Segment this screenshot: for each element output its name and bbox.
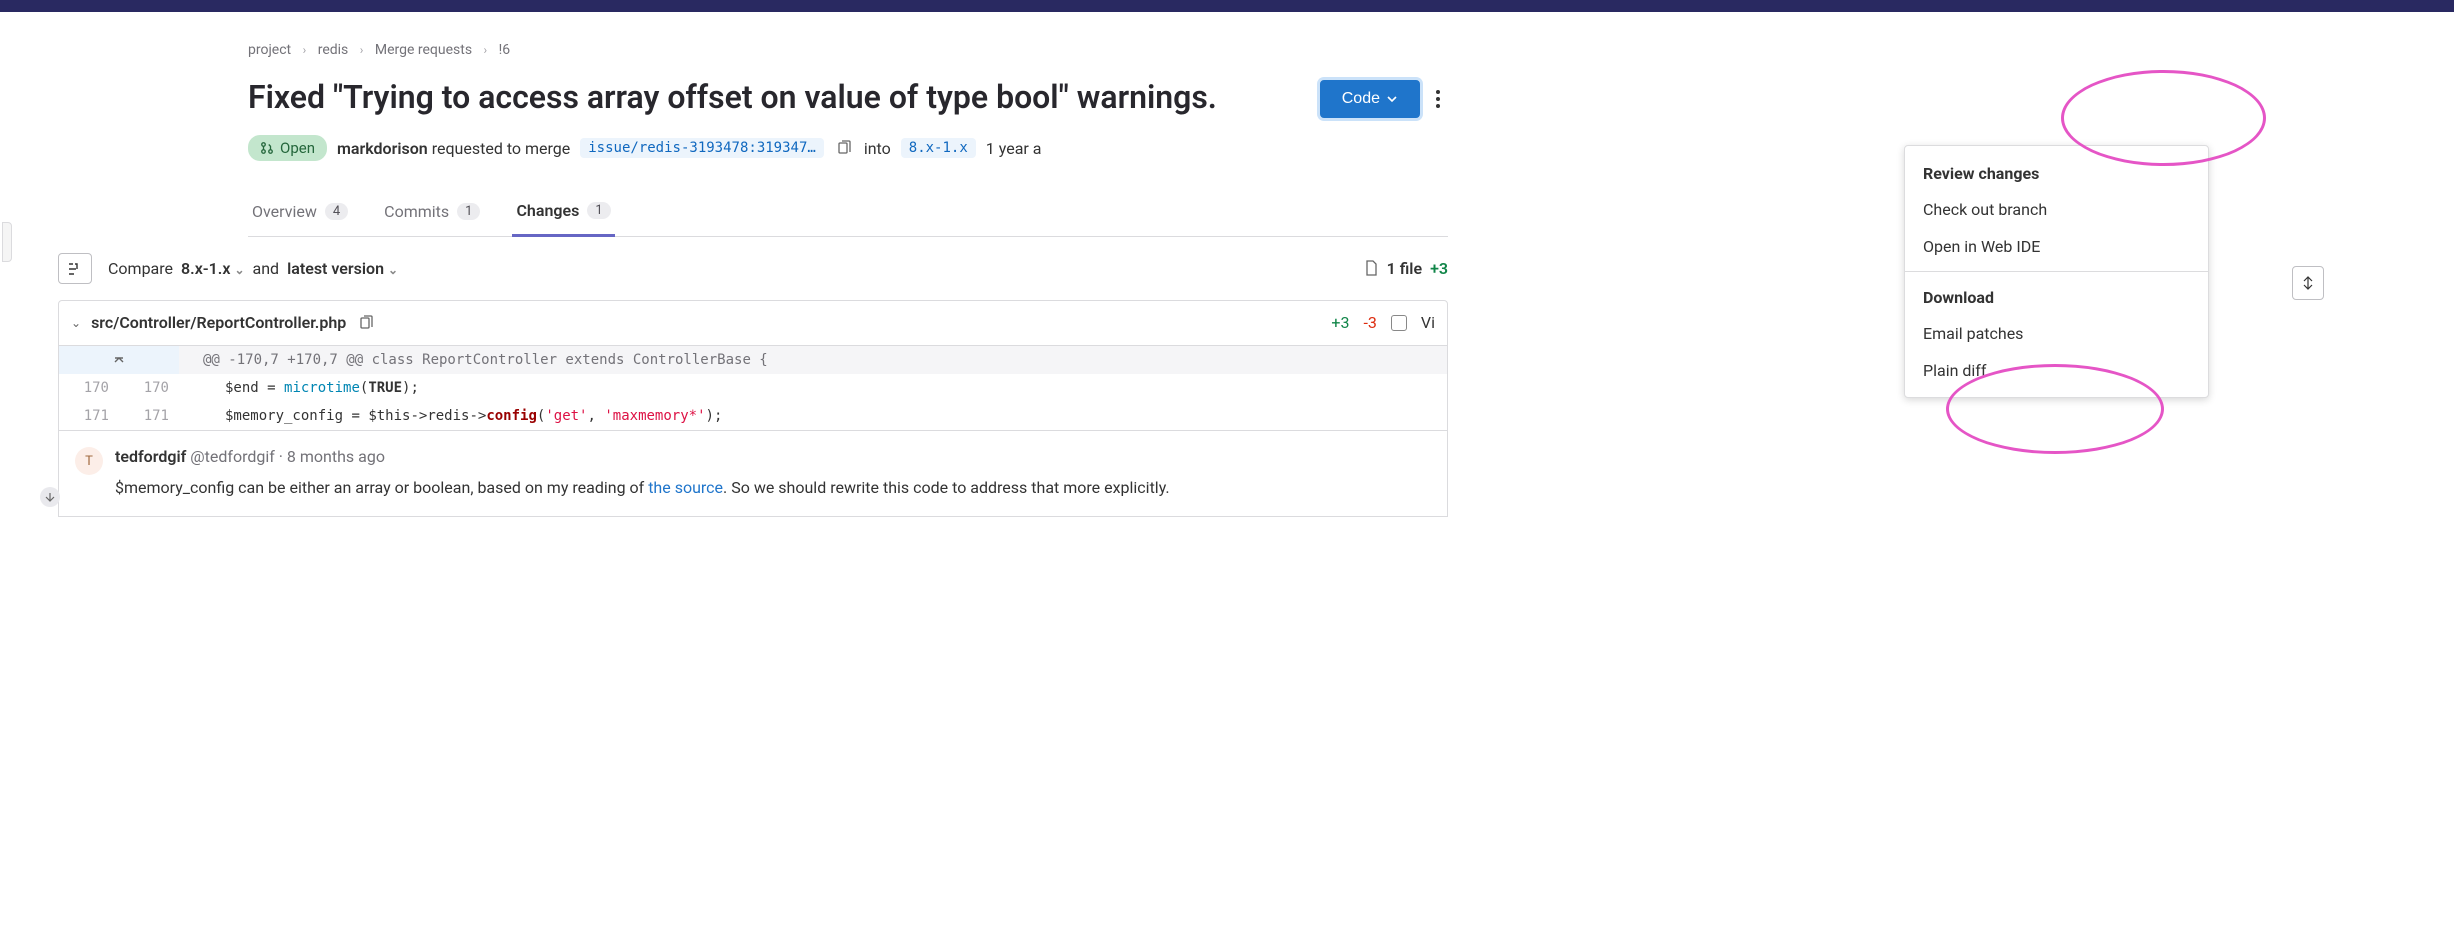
- tab-label: Changes: [516, 201, 579, 220]
- expand-icon: [2300, 275, 2316, 291]
- dot-separator: ·: [279, 447, 287, 466]
- mr-meta-row: Open markdorison requested to merge issu…: [248, 119, 1448, 169]
- code-dropdown-button[interactable]: Code: [1320, 80, 1420, 118]
- into-text: into: [864, 139, 891, 158]
- tab-changes[interactable]: Changes 1: [512, 187, 614, 237]
- collapse-file-toggle[interactable]: ⌄: [71, 316, 81, 330]
- collapsed-sidebar-handle[interactable]: [2, 222, 12, 262]
- diff-block: @@ -170,7 +170,7 @@ class ReportControll…: [58, 346, 1448, 431]
- breadcrumb-separator: ›: [484, 43, 488, 57]
- file-count: 1 file: [1387, 259, 1422, 278]
- dropdown-plain-diff[interactable]: Plain diff: [1905, 352, 2208, 389]
- merge-request-icon: [260, 141, 274, 155]
- total-additions: +3: [1430, 259, 1448, 278]
- avatar[interactable]: T: [75, 447, 103, 475]
- tab-label: Overview: [252, 202, 317, 221]
- new-line-number[interactable]: 170: [119, 374, 179, 402]
- comment-indicator[interactable]: [40, 487, 60, 507]
- mr-tabs: Overview 4 Commits 1 Changes 1: [248, 187, 1448, 237]
- file-tree-toggle[interactable]: [58, 253, 92, 283]
- code-button-label: Code: [1342, 90, 1380, 108]
- tab-count: 1: [457, 203, 480, 220]
- compare-version-dropdown[interactable]: latest version⌄: [287, 259, 398, 278]
- expand-hunk-button[interactable]: [59, 346, 179, 374]
- dropdown-checkout-branch[interactable]: Check out branch: [1905, 191, 2208, 228]
- tab-count: 4: [325, 203, 348, 220]
- dropdown-open-webide[interactable]: Open in Web IDE: [1905, 228, 2208, 265]
- copy-branch-button[interactable]: [834, 138, 854, 158]
- review-comment: T tedfordgif @tedfordgif · 8 months ago …: [58, 431, 1448, 517]
- breadcrumb-separator: ›: [303, 43, 307, 57]
- comment-icon: [45, 492, 55, 502]
- tree-icon: [67, 261, 83, 277]
- comment-author[interactable]: tedfordgif: [115, 447, 186, 466]
- target-branch[interactable]: 8.x-1.x: [901, 138, 976, 158]
- compare-base-dropdown[interactable]: 8.x-1.x⌄: [181, 259, 245, 278]
- tab-commits[interactable]: Commits 1: [380, 187, 484, 236]
- status-badge: Open: [248, 135, 327, 161]
- expand-sidebar-button[interactable]: [2292, 266, 2324, 300]
- code-line: 170 170 $end = microtime(TRUE);: [59, 374, 1447, 402]
- expand-up-icon: [112, 353, 126, 367]
- dropdown-divider: [1905, 271, 2208, 272]
- compare-bar: Compare 8.x-1.x⌄ and latest version⌄ 1 f…: [58, 237, 1448, 299]
- tab-count: 1: [587, 202, 610, 219]
- copy-icon: [836, 140, 852, 156]
- mr-title: Fixed "Trying to access array offset on …: [248, 76, 1304, 119]
- breadcrumb-project[interactable]: project: [248, 42, 291, 58]
- breadcrumb: project › redis › Merge requests › !6: [248, 12, 1448, 76]
- breadcrumb-section[interactable]: Merge requests: [375, 42, 472, 58]
- copy-icon: [358, 315, 374, 331]
- breadcrumb-mr-id: !6: [499, 42, 510, 58]
- old-line-number[interactable]: 171: [59, 402, 119, 430]
- file-icon: [1363, 260, 1379, 276]
- new-line-number[interactable]: 171: [119, 402, 179, 430]
- chevron-down-icon: [1386, 93, 1398, 105]
- copy-path-button[interactable]: [356, 313, 376, 333]
- comment-handle: @tedfordgif: [190, 447, 275, 466]
- breadcrumb-separator: ›: [360, 43, 364, 57]
- requested-text: requested to merge: [428, 139, 571, 158]
- compare-and: and: [253, 259, 280, 278]
- tab-overview[interactable]: Overview 4: [248, 187, 352, 236]
- mr-author[interactable]: markdorison: [337, 139, 428, 158]
- comment-time: 8 months ago: [287, 447, 385, 466]
- compare-label: Compare: [108, 259, 173, 278]
- status-text: Open: [280, 139, 315, 157]
- viewed-label: Vi: [1421, 313, 1435, 332]
- source-branch[interactable]: issue/redis-3193478:319347…: [580, 138, 824, 158]
- comment-link[interactable]: the source: [648, 478, 723, 497]
- comment-body: $memory_config can be either an array or…: [115, 476, 1431, 500]
- file-path: src/Controller/ReportController.php: [91, 313, 346, 332]
- file-header: ⌄ src/Controller/ReportController.php +3…: [58, 300, 1448, 346]
- dropdown-section-download: Download: [1905, 278, 2208, 315]
- code-line: 171 171 $memory_config = $this->redis->c…: [59, 402, 1447, 430]
- tab-label: Commits: [384, 202, 449, 221]
- more-actions-button[interactable]: [1428, 84, 1448, 114]
- file-additions: +3: [1331, 313, 1349, 332]
- hunk-text: @@ -170,7 +170,7 @@ class ReportControll…: [179, 346, 768, 374]
- old-line-number[interactable]: 170: [59, 374, 119, 402]
- hunk-header: @@ -170,7 +170,7 @@ class ReportControll…: [59, 346, 1447, 374]
- top-nav-bar: [0, 0, 2454, 12]
- dropdown-section-review: Review changes: [1905, 154, 2208, 191]
- file-deletions: -3: [1364, 313, 1377, 332]
- breadcrumb-repo[interactable]: redis: [318, 42, 349, 58]
- dropdown-email-patches[interactable]: Email patches: [1905, 315, 2208, 352]
- viewed-checkbox[interactable]: [1391, 315, 1407, 331]
- time-ago: 1 year a: [986, 139, 1042, 158]
- code-dropdown-menu: Review changes Check out branch Open in …: [1904, 145, 2209, 398]
